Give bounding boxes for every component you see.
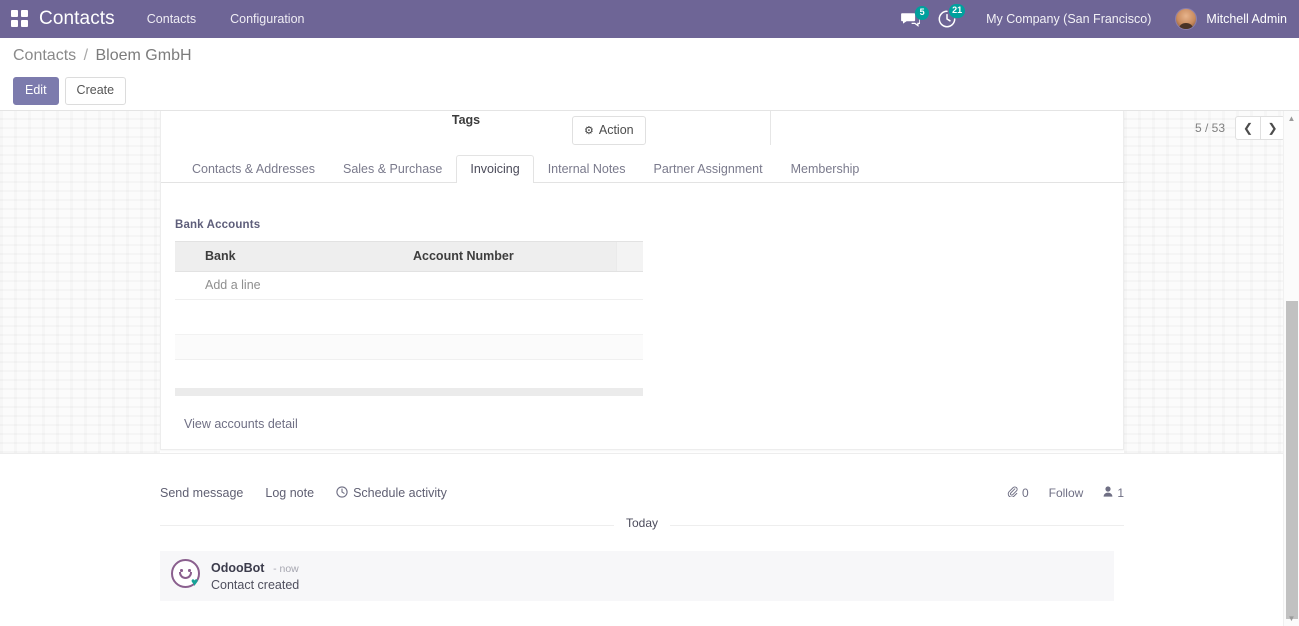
action-menu-wrap: ⚙ Action — [572, 116, 646, 145]
message-item: ♥ OdooBot - now Contact created — [160, 551, 1114, 601]
menu-configuration[interactable]: Configuration — [228, 9, 306, 29]
table-filler-row — [175, 299, 643, 318]
chevron-right-icon[interactable]: ❯ — [1260, 116, 1285, 140]
chatter-stats: 0 Follow 1 — [987, 486, 1124, 500]
scrollbar-thumb[interactable] — [1286, 301, 1298, 619]
view-accounts-detail-link[interactable]: View accounts detail — [184, 417, 298, 431]
attachments-button[interactable]: 0 — [1007, 486, 1029, 500]
message-text: Contact created — [211, 578, 300, 592]
table-filler-cell — [175, 299, 643, 318]
column-bank[interactable]: Bank — [197, 241, 405, 272]
placeholder-bar — [175, 387, 643, 396]
tab-internal-notes[interactable]: Internal Notes — [534, 155, 640, 183]
avatar — [1175, 8, 1198, 30]
column-handle — [175, 241, 197, 272]
user-menu[interactable]: Mitchell Admin — [1175, 8, 1287, 30]
message-body: OdooBot - now Contact created — [211, 559, 299, 592]
tab-invoicing[interactable]: Invoicing — [456, 155, 534, 183]
schedule-activity-label: Schedule activity — [353, 486, 447, 500]
navbar-right: 5 21 My Company (San Francisco) Mitchell… — [901, 4, 1299, 30]
add-a-line-button[interactable]: Add a line — [197, 271, 405, 300]
message-header: OdooBot - now — [211, 560, 299, 575]
caret-up-icon[interactable]: ▲ — [1284, 111, 1299, 126]
log-note-button[interactable]: Log note — [265, 486, 314, 500]
clock-icon — [336, 485, 348, 501]
tags-label: Tags — [451, 113, 481, 127]
message-author[interactable]: OdooBot — [211, 561, 264, 575]
record-pager: 5 / 53 ❮ ❯ — [1195, 116, 1285, 140]
app-brand[interactable]: Contacts — [39, 8, 115, 30]
form-buttons: Edit Create — [13, 77, 127, 105]
table-body: Add a line — [175, 271, 643, 318]
action-button[interactable]: ⚙ Action — [572, 116, 646, 145]
heart-icon: ♥ — [191, 575, 199, 589]
chatter-toolbar: Send message Log note Schedule activity — [160, 478, 1124, 508]
user-icon — [1103, 486, 1113, 500]
chevron-left-icon[interactable]: ❮ — [1235, 116, 1260, 140]
background-texture-right — [1124, 111, 1299, 453]
apps-grid-icon[interactable] — [11, 10, 29, 28]
tab-contacts-addresses[interactable]: Contacts & Addresses — [178, 155, 329, 183]
breadcrumb-root[interactable]: Contacts — [13, 47, 76, 64]
tab-sales-purchase[interactable]: Sales & Purchase — [329, 155, 456, 183]
add-a-line-row[interactable]: Add a line — [175, 271, 643, 300]
column-account-number[interactable]: Account Number — [405, 241, 616, 272]
breadcrumb-separator: / — [83, 47, 89, 64]
tab-pane-invoicing: Bank Accounts Bank Account Number Add a … — [161, 183, 1125, 431]
breadcrumb-current: Bloem GmbH — [95, 47, 192, 64]
gear-icon: ⚙ — [584, 124, 594, 137]
content-area: Tags Contacts & Addresses Sales & Purcha… — [0, 111, 1299, 626]
add-line-spacer-cell — [405, 271, 616, 300]
company-switcher[interactable]: My Company (San Francisco) — [986, 12, 1151, 26]
placeholder-block — [175, 333, 643, 360]
schedule-activity-button[interactable]: Schedule activity — [336, 485, 447, 501]
top-navbar: Contacts Contacts Configuration 5 21 My … — [0, 0, 1299, 38]
pager-count: 5 / 53 — [1194, 121, 1225, 135]
bank-accounts-table: Bank Account Number Add a line — [175, 241, 643, 318]
date-separator: Today — [160, 516, 1124, 535]
tab-partner-assignment[interactable]: Partner Assignment — [640, 155, 777, 183]
attachment-count: 0 — [1021, 486, 1029, 500]
table-header-row: Bank Account Number — [175, 241, 643, 272]
messages-icon[interactable]: 5 — [901, 5, 930, 27]
action-button-label: Action — [598, 123, 634, 137]
add-line-handle-cell — [175, 271, 197, 300]
control-panel: Contacts / Bloem GmbH Edit Create ⚙ Acti… — [0, 38, 1299, 145]
edit-button[interactable]: Edit — [13, 77, 59, 105]
followers-count: 1 — [1117, 486, 1124, 500]
form-sheet: Tags Contacts & Addresses Sales & Purcha… — [160, 111, 1125, 450]
bank-accounts-title: Bank Accounts — [175, 219, 261, 231]
vertical-scrollbar[interactable]: ▲ ▼ — [1283, 111, 1299, 626]
paperclip-icon — [1007, 486, 1018, 500]
activities-count-badge: 21 — [949, 4, 966, 18]
create-button[interactable]: Create — [64, 77, 127, 105]
odoobot-avatar: ♥ — [171, 559, 200, 588]
breadcrumb: Contacts / Bloem GmbH — [13, 47, 192, 65]
message-timestamp: - now — [273, 563, 299, 575]
messages-count-badge: 5 — [915, 5, 930, 20]
chatter: Send message Log note Schedule activity — [0, 453, 1299, 626]
tab-membership[interactable]: Membership — [777, 155, 874, 183]
caret-down-icon[interactable]: ▼ — [1284, 611, 1299, 626]
date-separator-label: Today — [160, 516, 1124, 530]
message-thread: Today ♥ OdooBot - now Contact created — [160, 516, 1124, 601]
follow-button[interactable]: Follow — [1049, 486, 1084, 500]
add-line-actions-cell — [616, 271, 643, 300]
clock-activities-icon[interactable]: 21 — [938, 4, 966, 28]
notebook-tabs: Contacts & Addresses Sales & Purchase In… — [161, 152, 1125, 183]
followers-button[interactable]: 1 — [1103, 486, 1124, 500]
background-texture-left — [0, 111, 160, 453]
column-actions — [615, 241, 643, 272]
sheet-column-divider — [770, 111, 771, 145]
menu-contacts[interactable]: Contacts — [145, 9, 198, 29]
send-message-button[interactable]: Send message — [160, 486, 243, 500]
user-name: Mitchell Admin — [1206, 12, 1287, 26]
